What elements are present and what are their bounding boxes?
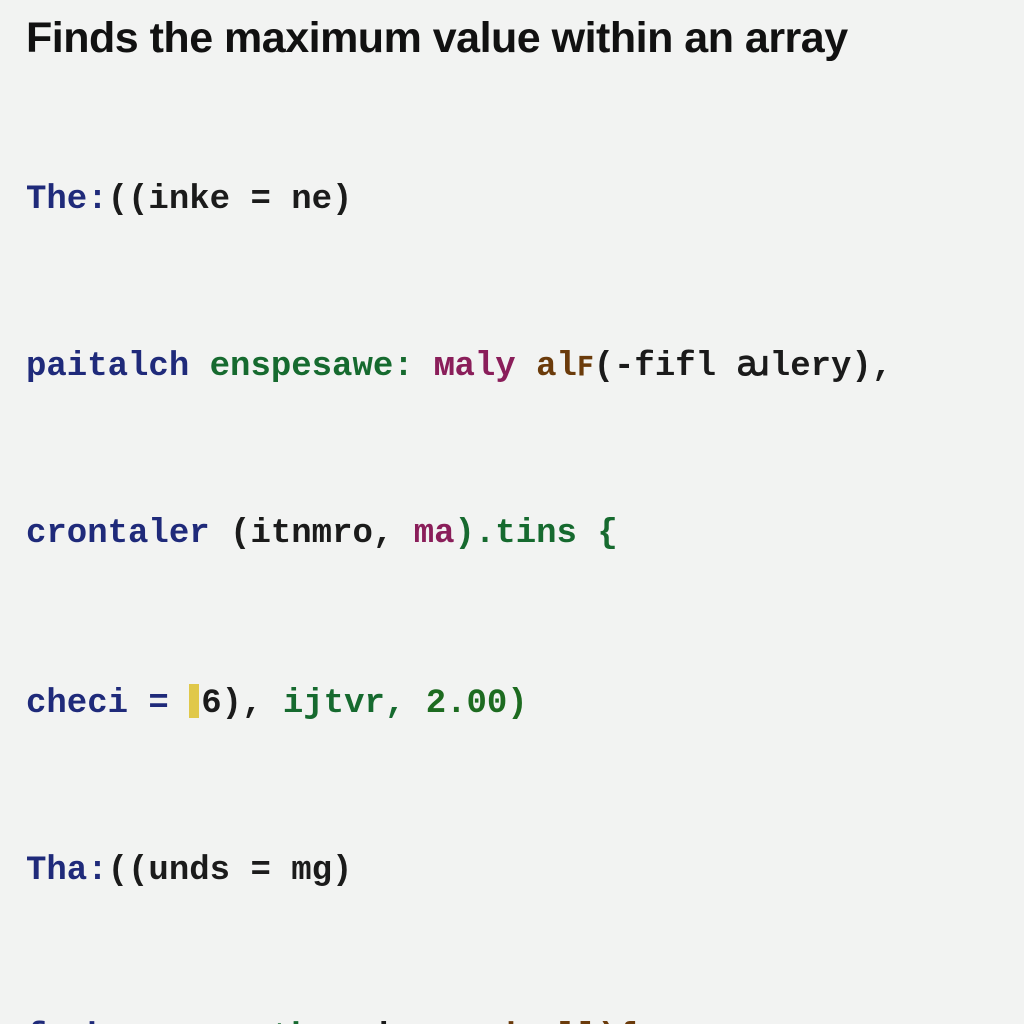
- code-line-2: paitalch enspesawe: ᴍaly alꜰ(-fifl ꜷlery…: [26, 350, 998, 384]
- code-block: The:((inke = ne) paitalch enspesawe: ᴍal…: [26, 81, 998, 1024]
- token-ident: enspesawe:: [210, 348, 414, 386]
- token-special: ᴍaly: [434, 348, 516, 386]
- token-arg: ma: [414, 515, 455, 553]
- token-ident: ijtvr,: [283, 685, 405, 723]
- text-cursor: [189, 684, 199, 718]
- token-plain: 6),: [201, 685, 262, 723]
- token-keyword: Tha:: [26, 852, 108, 890]
- code-line-1: The:((inke = ne): [26, 183, 998, 217]
- token-keyword: fush: [26, 1019, 108, 1024]
- token-keyword: The:: [26, 181, 108, 219]
- token-special: alꜰ: [536, 348, 594, 386]
- token-keyword: checi =: [26, 685, 189, 723]
- token-number: 2.00): [426, 685, 528, 723]
- code-line-3: crontaler (itnmro, ma).tins {: [26, 517, 998, 551]
- token-plain: (-fifl ꜷlery),: [594, 348, 893, 386]
- code-document: Finds the maximum value within an array …: [0, 0, 1024, 1024]
- code-line-4: checi = 6), ijtvr, 2.00): [26, 684, 998, 721]
- token-plain: ((unds = mg): [108, 852, 353, 890]
- token-keyword: crontaler: [26, 515, 210, 553]
- token-method: .rdvall){: [455, 1019, 639, 1024]
- page-title: Finds the maximum value within an array: [26, 14, 998, 63]
- token-plain: ((inke = ne): [108, 181, 353, 219]
- token-plain: (itnmro,: [230, 515, 393, 553]
- code-line-5: Tha:((unds = mg): [26, 854, 998, 888]
- token-ident: seues:: [128, 1019, 250, 1024]
- token-keyword: paitalch: [26, 348, 189, 386]
- token-method: ).tins {: [455, 515, 618, 553]
- token-ident: than: [271, 1019, 353, 1024]
- token-plain: inn,: [373, 1019, 455, 1024]
